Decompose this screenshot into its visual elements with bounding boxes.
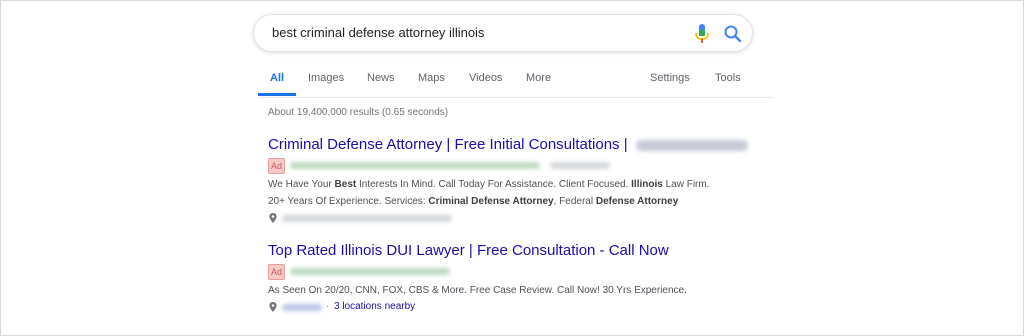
ad-url-line: Ad bbox=[268, 158, 768, 174]
ad-title-link[interactable]: Criminal Defense Attorney | Free Initial… bbox=[268, 136, 768, 154]
ad-description: We Have Your Best Interests In Mind. Cal… bbox=[268, 176, 748, 210]
tab-images[interactable]: Images bbox=[308, 72, 344, 84]
search-bar bbox=[253, 14, 753, 52]
search-input[interactable] bbox=[272, 15, 672, 51]
tab-videos[interactable]: Videos bbox=[469, 72, 502, 84]
ad-title-text: Criminal Defense Attorney | Free Initial… bbox=[268, 136, 628, 153]
microphone-icon[interactable] bbox=[693, 23, 711, 45]
tabs-divider bbox=[258, 97, 774, 98]
ad-location-line bbox=[268, 210, 768, 226]
ad-location-line: · 3 locations nearby bbox=[268, 299, 768, 315]
tab-tools[interactable]: Tools bbox=[715, 72, 741, 84]
ad-description-line: As Seen On 20/20, CNN, FOX, CBS & More. … bbox=[268, 285, 687, 296]
ad-result: Top Rated Illinois DUI Lawyer | Free Con… bbox=[268, 242, 768, 315]
location-separator: · bbox=[326, 301, 330, 312]
result-stats: About 19,400,000 results (0.65 seconds) bbox=[268, 107, 449, 118]
ad-title-link[interactable]: Top Rated Illinois DUI Lawyer | Free Con… bbox=[268, 242, 768, 260]
redacted-phone bbox=[550, 162, 610, 169]
redacted-display-url bbox=[290, 268, 450, 275]
tab-maps[interactable]: Maps bbox=[418, 72, 445, 84]
tab-news[interactable]: News bbox=[367, 72, 395, 84]
ad-badge: Ad bbox=[268, 264, 286, 280]
redacted-location-name bbox=[282, 304, 322, 311]
tab-more[interactable]: More bbox=[526, 72, 551, 84]
ad-url-line: Ad bbox=[268, 264, 768, 280]
ad-result: Criminal Defense Attorney | Free Initial… bbox=[268, 136, 768, 226]
redacted-url bbox=[635, 139, 748, 151]
ad-description-line: 20+ Years Of Experience. Services: Crimi… bbox=[268, 196, 679, 207]
location-pin-icon bbox=[269, 213, 277, 223]
search-icon[interactable] bbox=[723, 24, 743, 44]
active-tab-indicator bbox=[258, 93, 296, 96]
ad-description: As Seen On 20/20, CNN, FOX, CBS & More. … bbox=[268, 282, 748, 299]
redacted-display-url bbox=[290, 162, 540, 169]
location-pin-icon bbox=[269, 302, 277, 312]
ad-badge: Ad bbox=[268, 158, 286, 174]
ad-description-line: We Have Your Best Interests In Mind. Cal… bbox=[268, 179, 710, 190]
search-tabs: All Images News Maps Videos More Setting… bbox=[258, 60, 774, 98]
ad-title-text: Top Rated Illinois DUI Lawyer | Free Con… bbox=[268, 242, 669, 259]
tab-all[interactable]: All bbox=[270, 72, 284, 84]
redacted-address bbox=[282, 215, 452, 222]
locations-nearby-link[interactable]: 3 locations nearby bbox=[334, 299, 415, 315]
tab-settings[interactable]: Settings bbox=[650, 72, 690, 84]
